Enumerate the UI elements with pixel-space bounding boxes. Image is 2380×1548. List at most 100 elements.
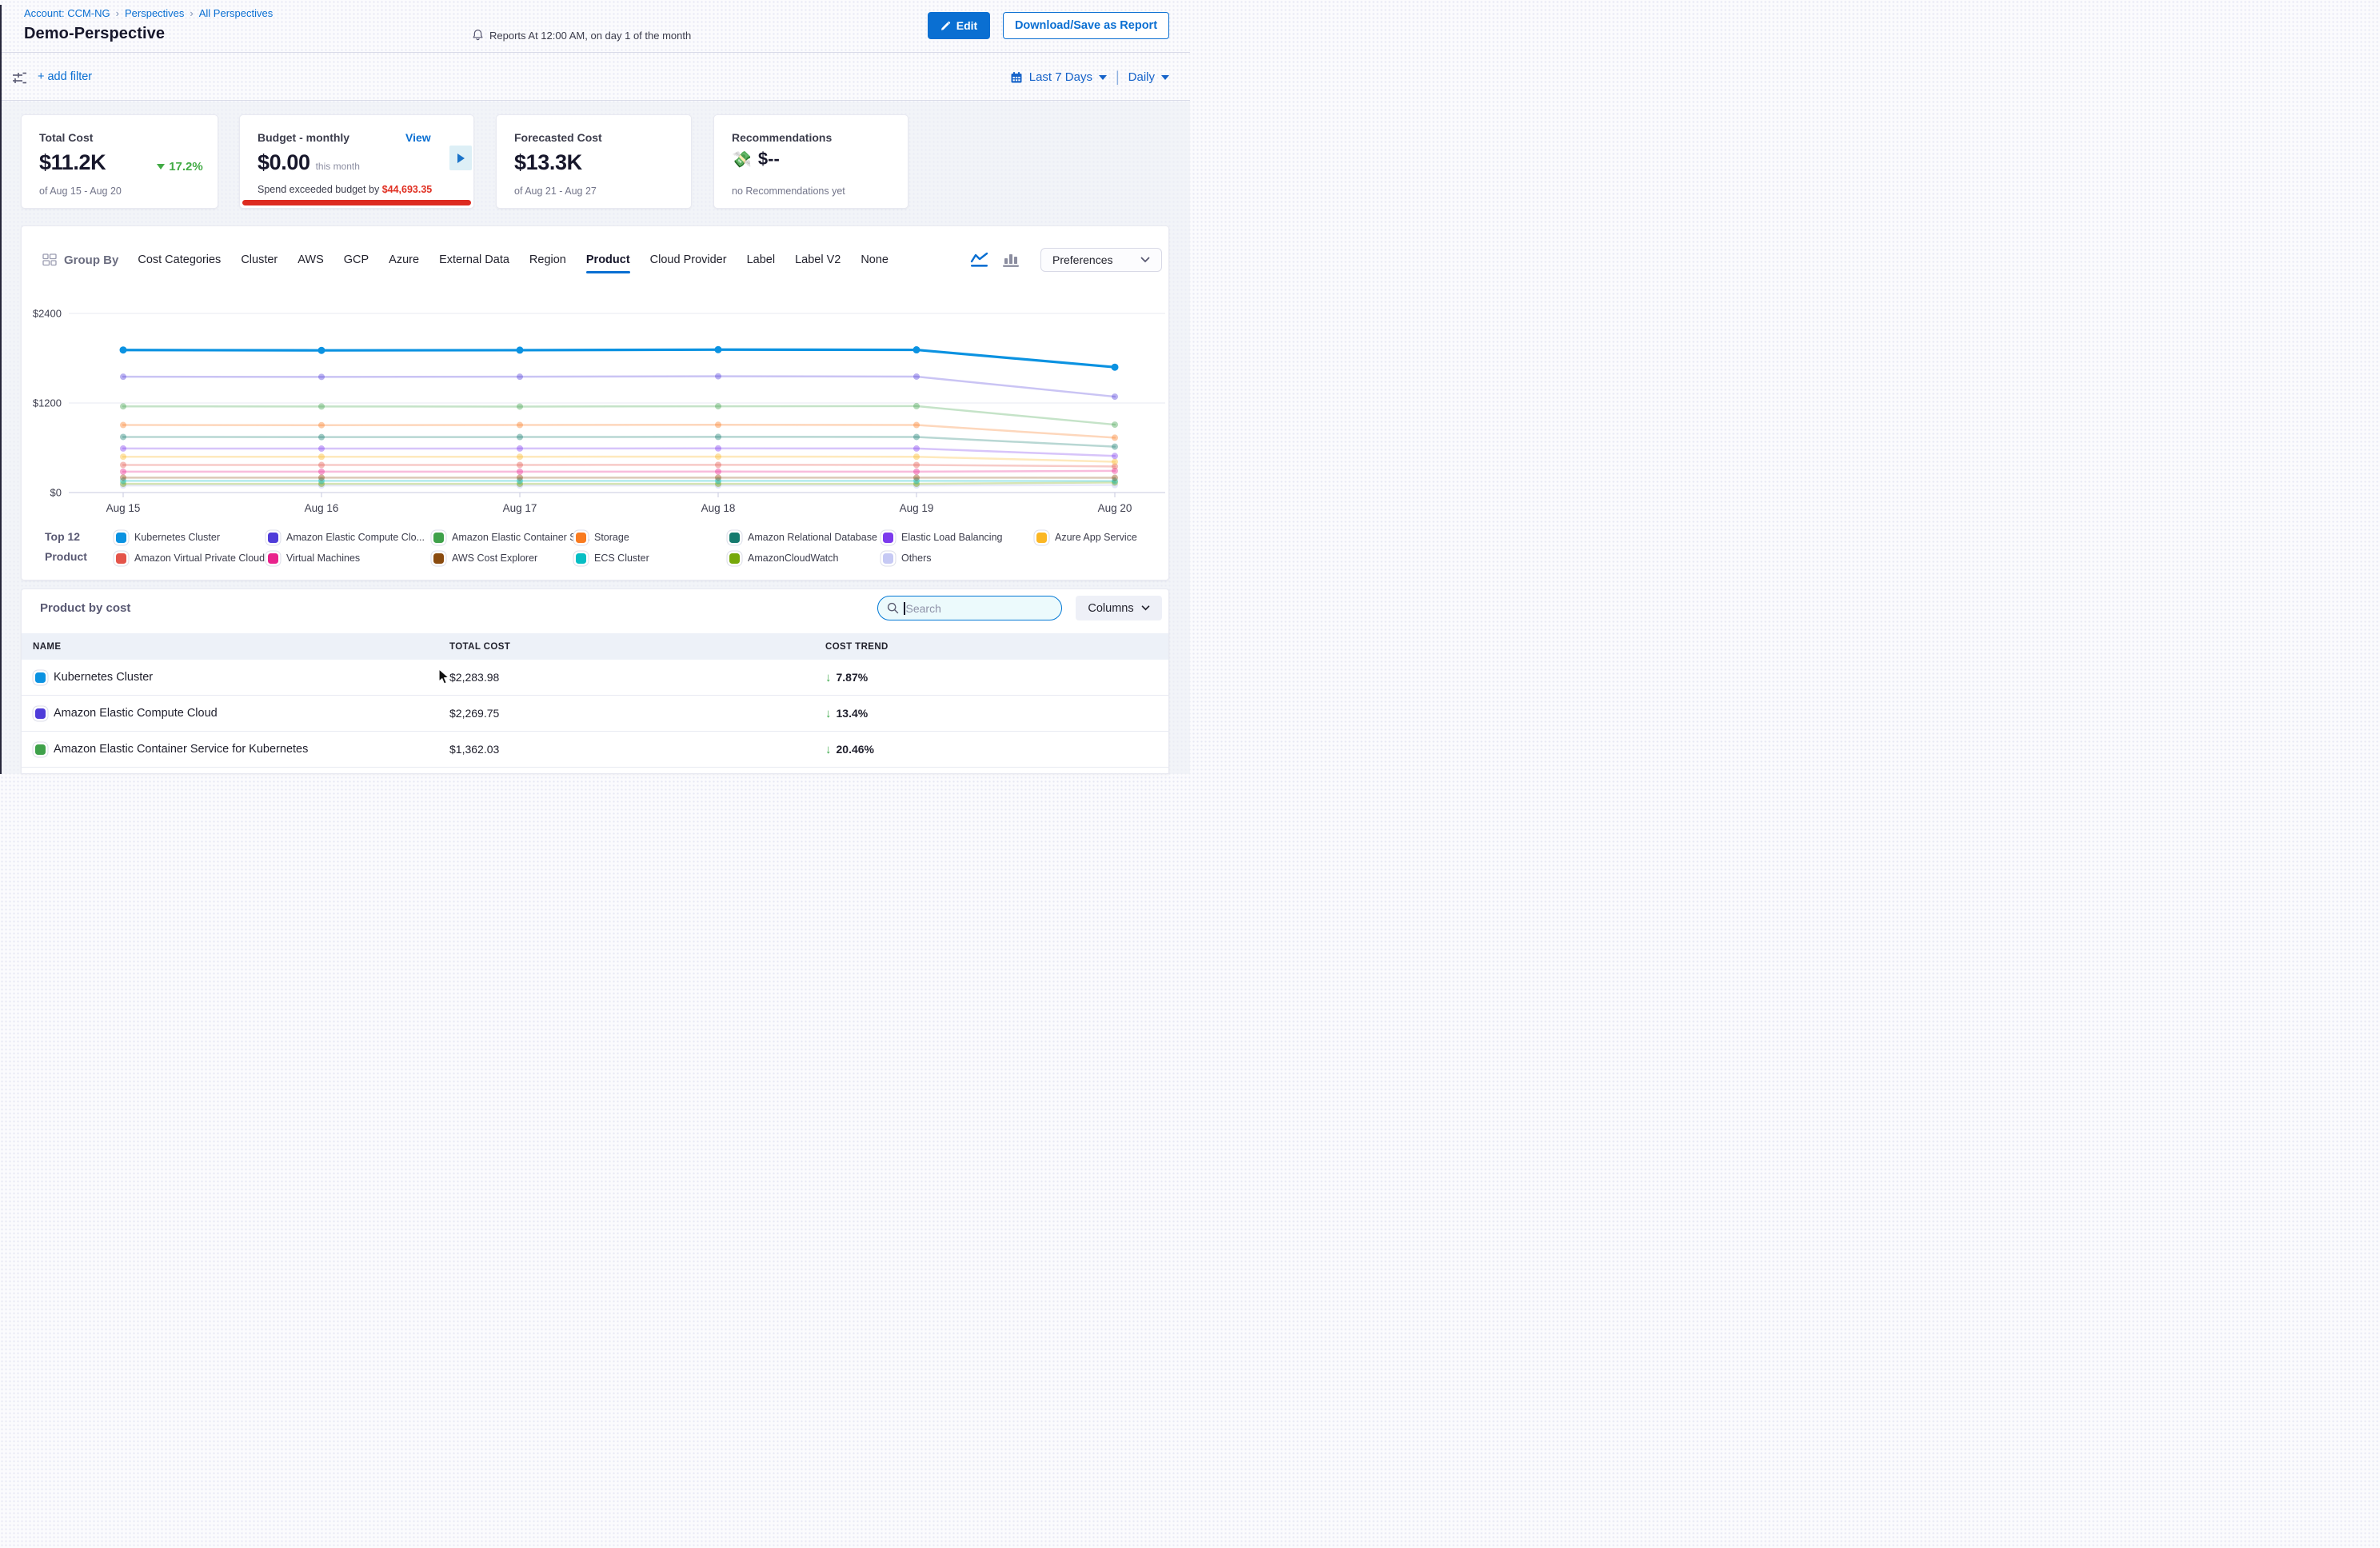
edit-button[interactable]: Edit (928, 12, 990, 39)
data-point[interactable] (913, 433, 920, 440)
column-header-cost-trend[interactable]: COST TREND (814, 642, 1168, 652)
data-point[interactable] (913, 469, 920, 475)
cost-trend-line-chart[interactable]: $0$1200$2400Aug 15Aug 16Aug 17Aug 18Aug … (22, 303, 1170, 521)
data-point[interactable] (517, 461, 523, 468)
data-point[interactable] (1112, 421, 1118, 428)
data-point[interactable] (913, 453, 920, 460)
legend-item[interactable]: Virtual Machines (268, 553, 433, 564)
data-point[interactable] (318, 462, 325, 469)
download-save-report-button[interactable]: Download/Save as Report (1003, 12, 1169, 39)
groupby-tab-cost-categories[interactable]: Cost Categories (138, 253, 221, 266)
data-point[interactable] (318, 453, 325, 460)
data-point[interactable] (318, 434, 325, 441)
data-point[interactable] (318, 347, 325, 354)
data-point[interactable] (517, 403, 523, 409)
groupby-tab-cluster[interactable]: Cluster (241, 253, 278, 266)
column-header-total-cost[interactable]: TOTAL COST (438, 642, 814, 652)
date-range-dropdown[interactable]: Last 7 Days (1010, 70, 1107, 84)
data-point[interactable] (517, 469, 523, 475)
data-point[interactable] (517, 346, 524, 353)
data-point[interactable] (120, 445, 126, 452)
groupby-tab-product[interactable]: Product (586, 253, 630, 266)
groupby-tab-aws[interactable]: AWS (298, 253, 324, 266)
data-point[interactable] (1112, 364, 1119, 371)
add-filter-button[interactable]: + add filter (38, 70, 92, 83)
table-row[interactable]: Amazon Elastic Container Service for Kub… (22, 732, 1168, 768)
data-point[interactable] (1112, 475, 1118, 481)
data-point[interactable] (1112, 393, 1118, 400)
data-point[interactable] (318, 445, 325, 452)
table-row[interactable]: Amazon Elastic Compute Cloud$2,269.75↓13… (22, 696, 1168, 732)
data-point[interactable] (715, 453, 721, 460)
breadcrumb-all-perspectives-link[interactable]: All Perspectives (199, 7, 273, 19)
data-point[interactable] (120, 403, 126, 409)
legend-item[interactable]: Amazon Elastic Compute Clo... (268, 532, 433, 543)
data-point[interactable] (913, 461, 920, 468)
data-point[interactable] (715, 445, 721, 452)
data-point[interactable] (318, 403, 325, 409)
breadcrumb-account-link[interactable]: Account: CCM-NG (24, 7, 110, 19)
data-point[interactable] (715, 373, 721, 380)
columns-dropdown[interactable]: Columns (1076, 596, 1162, 620)
data-point[interactable] (120, 461, 126, 468)
groupby-tab-azure[interactable]: Azure (389, 253, 419, 266)
groupby-tab-gcp[interactable]: GCP (344, 253, 369, 266)
data-point[interactable] (715, 461, 721, 468)
data-point[interactable] (120, 474, 126, 481)
legend-item[interactable]: Azure App Service (1036, 532, 1160, 543)
legend-item[interactable]: Amazon Elastic Container Se... (433, 532, 576, 543)
data-point[interactable] (913, 422, 920, 429)
data-point[interactable] (715, 469, 721, 475)
preferences-dropdown[interactable]: Preferences (1040, 248, 1162, 272)
data-point[interactable] (120, 422, 126, 429)
bar-chart-icon[interactable] (1002, 252, 1020, 268)
column-header-name[interactable]: NAME (22, 642, 438, 652)
groupby-tab-none[interactable]: None (861, 253, 889, 266)
budget-view-link[interactable]: View (405, 131, 431, 144)
data-point[interactable] (913, 346, 920, 353)
budget-expand-button[interactable] (449, 146, 472, 170)
data-point[interactable] (913, 403, 920, 409)
data-point[interactable] (318, 469, 325, 475)
data-point[interactable] (318, 373, 325, 380)
legend-item[interactable]: Elastic Load Balancing (883, 532, 1036, 543)
data-point[interactable] (1112, 453, 1118, 459)
breadcrumb-perspectives-link[interactable]: Perspectives (125, 7, 184, 19)
filter-sliders-icon[interactable] (10, 69, 28, 86)
data-point[interactable] (1112, 434, 1118, 441)
data-point[interactable] (120, 346, 127, 353)
legend-item[interactable]: ECS Cluster (576, 553, 729, 564)
data-point[interactable] (1112, 444, 1118, 450)
legend-item[interactable]: AmazonCloudWatch (729, 553, 883, 564)
data-point[interactable] (120, 469, 126, 475)
data-point[interactable] (715, 474, 721, 481)
data-point[interactable] (120, 453, 126, 460)
table-row[interactable]: Kubernetes Cluster$2,283.98↓7.87% (22, 660, 1168, 696)
legend-item[interactable]: Storage (576, 532, 729, 543)
data-point[interactable] (913, 373, 920, 380)
search-input[interactable] (906, 602, 1034, 615)
data-point[interactable] (715, 433, 721, 440)
data-point[interactable] (517, 434, 523, 441)
groupby-tab-region[interactable]: Region (529, 253, 566, 266)
groupby-tab-cloud-provider[interactable]: Cloud Provider (650, 253, 727, 266)
data-point[interactable] (517, 373, 523, 380)
data-point[interactable] (318, 422, 325, 429)
data-point[interactable] (517, 453, 523, 460)
data-point[interactable] (517, 445, 523, 452)
data-point[interactable] (120, 433, 126, 440)
data-point[interactable] (913, 474, 920, 481)
data-point[interactable] (318, 474, 325, 481)
groupby-tab-label[interactable]: Label (747, 253, 775, 266)
data-point[interactable] (517, 474, 523, 481)
search-box[interactable] (877, 596, 1062, 620)
data-point[interactable] (120, 373, 126, 380)
legend-item[interactable]: Amazon Virtual Private Cloud (116, 553, 268, 564)
groupby-tab-label-v2[interactable]: Label V2 (795, 253, 841, 266)
legend-item[interactable]: Others (883, 553, 1036, 564)
data-point[interactable] (517, 422, 523, 429)
granularity-dropdown[interactable]: Daily (1128, 70, 1169, 84)
line-chart-icon[interactable] (970, 252, 989, 268)
legend-item[interactable]: AWS Cost Explorer (433, 553, 576, 564)
data-point[interactable] (715, 403, 721, 409)
